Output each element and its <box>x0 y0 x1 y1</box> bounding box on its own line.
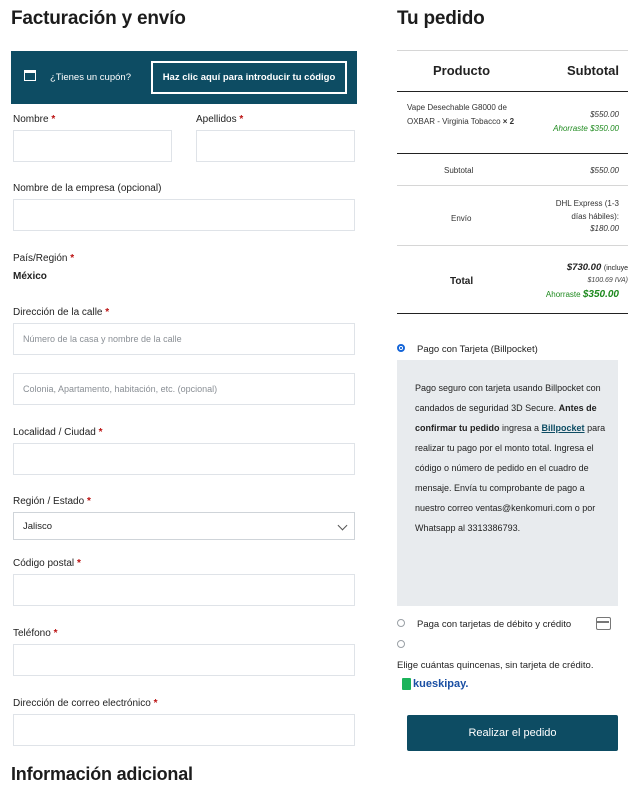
payment-radio-billpocket[interactable] <box>397 344 405 352</box>
state-label: Región / Estado * <box>13 496 91 507</box>
postcode-label: Código postal * <box>13 558 81 569</box>
subtotal-label: Subtotal <box>444 166 474 175</box>
phone-label: Teléfono * <box>13 628 58 639</box>
street2-input[interactable]: Colonia, Apartamento, habitación, etc. (… <box>13 373 355 405</box>
window-icon <box>24 70 36 81</box>
payment-radio-kueski[interactable] <box>397 640 405 648</box>
item-name: Vape Desechable G8000 de OXBAR - Virgini… <box>407 103 507 126</box>
shipping-price: $180.00 <box>590 224 619 233</box>
chevron-down-icon <box>337 520 348 531</box>
street-input[interactable]: Número de la casa y nombre de la calle <box>13 323 355 355</box>
country-label: País/Región * <box>13 253 75 264</box>
total-value: $730.00 <box>566 262 602 273</box>
shipping-label: Envío <box>451 214 472 223</box>
email-label: Dirección de correo electrónico * <box>13 698 158 709</box>
first-name-input[interactable] <box>13 130 172 162</box>
phone-input[interactable] <box>13 644 355 676</box>
last-name-input[interactable] <box>196 130 355 162</box>
first-name-label: Nombre * <box>13 114 56 125</box>
kueski-logo: kueskipay. <box>402 678 468 690</box>
billpocket-link[interactable]: Billpocket <box>542 423 585 433</box>
table-header-border <box>397 91 628 92</box>
col-subtotal: Subtotal <box>567 63 619 78</box>
state-select-value: Jalisco <box>23 521 53 532</box>
city-input[interactable] <box>13 443 355 475</box>
payment-option-cards[interactable]: Paga con tarjetas de débito y crédito <box>417 619 571 630</box>
street-label: Dirección de la calle * <box>13 307 110 318</box>
total-line: $730.00 (incluye <box>567 262 628 273</box>
company-label: Nombre de la empresa (opcional) <box>13 183 162 194</box>
city-label: Localidad / Ciudad * <box>13 427 103 438</box>
credit-card-icon <box>596 617 611 630</box>
total-label: Total <box>450 276 474 287</box>
total-tax: $100.69 IVA) <box>587 277 628 284</box>
postcode-input[interactable] <box>13 574 355 606</box>
company-input[interactable] <box>13 199 355 231</box>
shipping-border <box>397 245 628 246</box>
item-border <box>397 153 628 154</box>
order-item: Vape Desechable G8000 de OXBAR - Virgini… <box>407 101 515 129</box>
order-title: Tu pedido <box>397 8 485 29</box>
country-value: México <box>13 271 47 282</box>
coupon-banner: ¿Tienes un cupón? Haz clic aquí para int… <box>11 51 357 104</box>
payment-description-box: Pago seguro con tarjeta usando Billpocke… <box>397 360 618 606</box>
coupon-text: ¿Tienes un cupón? <box>50 72 131 83</box>
street-placeholder: Número de la casa y nombre de la calle <box>23 334 182 344</box>
payment-radio-cards[interactable] <box>397 619 405 627</box>
payment-description: Pago seguro con tarjeta usando Billpocke… <box>415 383 606 533</box>
item-price: $550.00 <box>590 110 619 119</box>
subtotal-border <box>397 185 628 186</box>
payment-option-billpocket[interactable]: Pago con Tarjeta (Billpocket) <box>417 344 538 355</box>
table-top-border <box>397 50 628 51</box>
subtotal-value: $550.00 <box>590 166 619 175</box>
total-savings: Ahorraste $350.00 <box>545 289 619 300</box>
place-order-button[interactable]: Realizar el pedido <box>407 715 618 751</box>
col-product: Producto <box>433 63 491 78</box>
last-name-label: Apellidos * <box>196 114 244 125</box>
total-tax-prefix: (incluye <box>603 265 628 272</box>
item-savings: Ahorraste $350.00 <box>553 124 619 133</box>
additional-info-title: Información adicional <box>11 764 193 784</box>
billing-title: Facturación y envío <box>11 8 186 29</box>
street2-placeholder: Colonia, Apartamento, habitación, etc. (… <box>23 384 218 394</box>
table-bottom-border <box>397 313 628 314</box>
kueski-logo-icon <box>402 678 411 690</box>
coupon-button[interactable]: Haz clic aquí para introducir tu código <box>151 61 347 94</box>
kueski-description: Elige cuántas quincenas, sin tarjeta de … <box>397 660 594 671</box>
email-input[interactable] <box>13 714 355 746</box>
item-qty: × 2 <box>502 117 515 126</box>
state-select[interactable]: Jalisco <box>13 512 355 540</box>
shipping-method: DHL Express (1-3 días hábiles): <box>555 199 619 221</box>
